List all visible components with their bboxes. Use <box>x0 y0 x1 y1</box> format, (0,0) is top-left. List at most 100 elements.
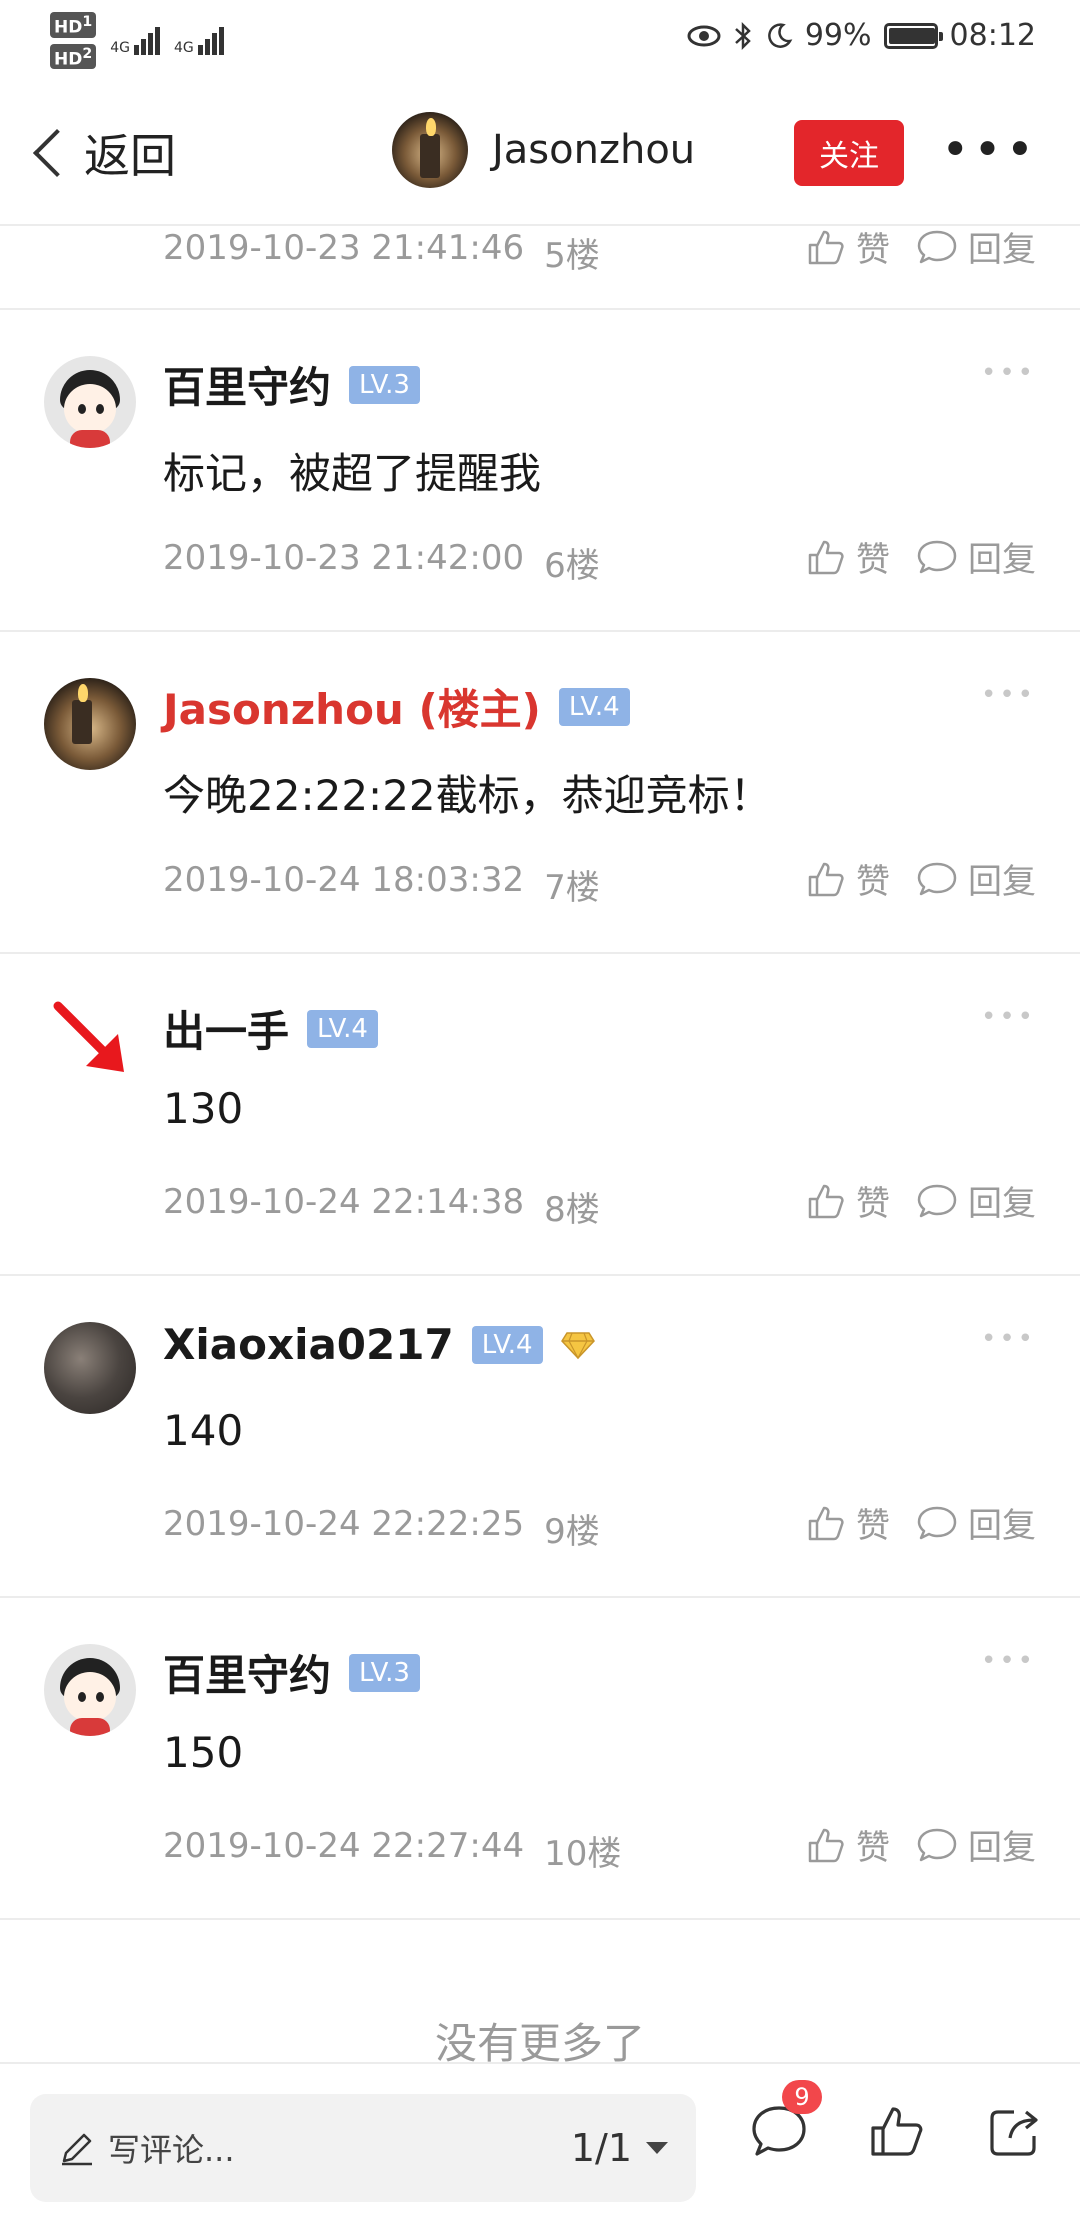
like-button[interactable]: 赞 <box>806 1820 890 1869</box>
avatar[interactable] <box>44 678 136 770</box>
avatar[interactable] <box>392 112 468 188</box>
list-item: 百里守约 LV.3 ••• 标记，被超了提醒我 2019-10-23 21:42… <box>0 310 1080 632</box>
comment-actions: 赞 回复 <box>806 1498 1036 1547</box>
timestamp: 2019-10-24 22:22:25 <box>163 1504 525 1544</box>
share-icon <box>990 2110 1038 2156</box>
more-dots-icon[interactable]: ••• <box>981 1002 1036 1032</box>
username[interactable]: 出一手 <box>163 998 289 1059</box>
follow-button[interactable]: 关注 <box>794 120 904 186</box>
author-name[interactable]: Jasonzhou <box>492 127 695 173</box>
avatar[interactable] <box>44 1644 136 1736</box>
network-type-1: 4G <box>110 39 130 56</box>
like-label: 赞 <box>856 540 890 580</box>
like-button[interactable]: 赞 <box>806 1176 890 1225</box>
reply-button[interactable]: 回复 <box>916 854 1036 903</box>
level-badge: LV.4 <box>307 1009 378 1048</box>
page-indicator: 1/1 <box>570 2126 632 2170</box>
dropdown-caret-icon <box>646 2142 668 2154</box>
comment-header: 百里守约 LV.3 <box>163 354 420 415</box>
level-badge: LV.4 <box>471 1325 543 1364</box>
diamond-icon <box>560 1331 595 1359</box>
floor-number: 7楼 <box>544 868 600 908</box>
pen-icon <box>62 2133 92 2166</box>
reply-label: 回复 <box>968 230 1036 270</box>
like-button[interactable]: 赞 <box>806 1498 890 1547</box>
comments-button[interactable]: 9 <box>750 2080 822 2160</box>
username[interactable]: Jasonzhou (楼主) <box>163 676 541 737</box>
signal-icon-1: 4G <box>110 26 160 56</box>
share-button[interactable] <box>986 2102 1044 2160</box>
comment-meta: 2019-10-23 21:42:00 6楼 <box>163 538 600 587</box>
back-button[interactable]: 返回 <box>22 120 176 186</box>
floor-number: 8楼 <box>544 1190 600 1230</box>
more-dots-icon[interactable]: ••• <box>981 1324 1036 1354</box>
reply-button[interactable]: 回复 <box>916 1498 1036 1547</box>
list-item: 2019-10-23 21:41:46 5楼 赞 回复 <box>0 226 1080 310</box>
comment-header: 出一手 LV.4 <box>163 998 378 1059</box>
list-item: Jasonzhou (楼主) LV.4 ••• 今晚22:22:22截标，恭迎竞… <box>0 632 1080 954</box>
signal-icon-2: 4G <box>174 26 224 55</box>
reply-bubble-icon <box>917 1506 957 1539</box>
reply-button[interactable]: 回复 <box>916 226 1036 271</box>
moon-icon <box>768 22 793 48</box>
comment-input[interactable]: 写评论... 1/1 <box>30 2094 696 2202</box>
timestamp: 2019-10-24 18:03:32 <box>163 860 525 900</box>
battery-icon <box>883 22 943 49</box>
reply-button[interactable]: 回复 <box>916 1176 1036 1225</box>
floor-number: 10楼 <box>544 1834 622 1874</box>
comment-actions: 赞 回复 <box>806 1820 1036 1869</box>
comment-header: 百里守约 LV.3 <box>163 1642 420 1703</box>
reply-bubble-icon <box>917 540 957 573</box>
status-left: HD1 HD2 4G 4G <box>50 12 224 70</box>
avatar[interactable] <box>44 1322 136 1414</box>
reply-label: 回复 <box>968 1184 1036 1224</box>
eye-icon <box>687 25 721 46</box>
page-selector[interactable]: 1/1 <box>571 2126 668 2170</box>
red-arrow-icon <box>53 1001 124 1072</box>
username[interactable]: 百里守约 <box>163 354 331 415</box>
status-right: 99% 08:12 <box>687 18 1036 53</box>
avatar[interactable] <box>44 356 136 448</box>
comment-meta: 2019-10-24 22:22:25 9楼 <box>163 1504 600 1553</box>
list-item: 百里守约 LV.3 ••• 150 2019-10-24 22:27:44 10… <box>0 1598 1080 1920</box>
comment-actions: 赞 回复 <box>806 226 1036 271</box>
thumb-up-icon <box>808 230 844 264</box>
level-badge: LV.3 <box>349 1653 420 1692</box>
floor-number: 5楼 <box>544 236 600 276</box>
bottom-bar: 写评论... 1/1 9 <box>0 2062 1080 2240</box>
comment-meta: 2019-10-24 22:14:38 8楼 <box>163 1182 600 1231</box>
username[interactable]: 百里守约 <box>163 1642 331 1703</box>
comment-placeholder: 写评论... <box>108 2131 235 2169</box>
hd-badge-2: HD2 <box>50 43 97 70</box>
more-dots-icon[interactable]: ••• <box>981 1646 1036 1676</box>
like-button[interactable]: 赞 <box>806 226 890 271</box>
like-button[interactable]: 赞 <box>806 854 890 903</box>
thumb-up-icon <box>808 1828 844 1862</box>
comment-text: 今晚22:22:22截标，恭迎竞标！ <box>163 771 772 820</box>
list-item: Xiaoxia0217 LV.4 ••• 140 2019-10-24 22:2… <box>0 1276 1080 1598</box>
thumb-up-icon <box>808 540 844 574</box>
more-dots-icon[interactable]: ••• <box>981 358 1036 388</box>
comment-count-badge: 9 <box>782 2080 822 2114</box>
more-dots-icon[interactable]: ••• <box>981 680 1036 710</box>
comment-meta: 2019-10-23 21:41:46 5楼 <box>163 228 600 277</box>
more-dots-icon[interactable]: ••• <box>941 126 1038 174</box>
author-info[interactable]: Jasonzhou <box>392 112 695 188</box>
reply-button[interactable]: 回复 <box>916 1820 1036 1869</box>
like-button[interactable]: 赞 <box>806 532 890 581</box>
timestamp: 2019-10-23 21:42:00 <box>163 538 525 578</box>
comment-text: 150 <box>163 1728 244 1777</box>
bottom-actions: 9 <box>750 2080 1044 2160</box>
floor-number: 9楼 <box>544 1512 600 1552</box>
status-bar: HD1 HD2 4G 4G 99% 08:12 <box>0 0 1080 80</box>
username[interactable]: Xiaoxia0217 <box>163 1320 454 1369</box>
thumb-up-icon <box>808 862 844 896</box>
reply-button[interactable]: 回复 <box>916 532 1036 581</box>
battery-percent: 99% <box>804 18 872 53</box>
like-post-button[interactable] <box>868 2102 926 2160</box>
like-label: 赞 <box>856 1184 890 1224</box>
like-icon <box>871 2107 923 2156</box>
back-chevron-icon <box>32 128 82 178</box>
comment-meta: 2019-10-24 18:03:32 7楼 <box>163 860 600 909</box>
like-label: 赞 <box>856 230 890 270</box>
